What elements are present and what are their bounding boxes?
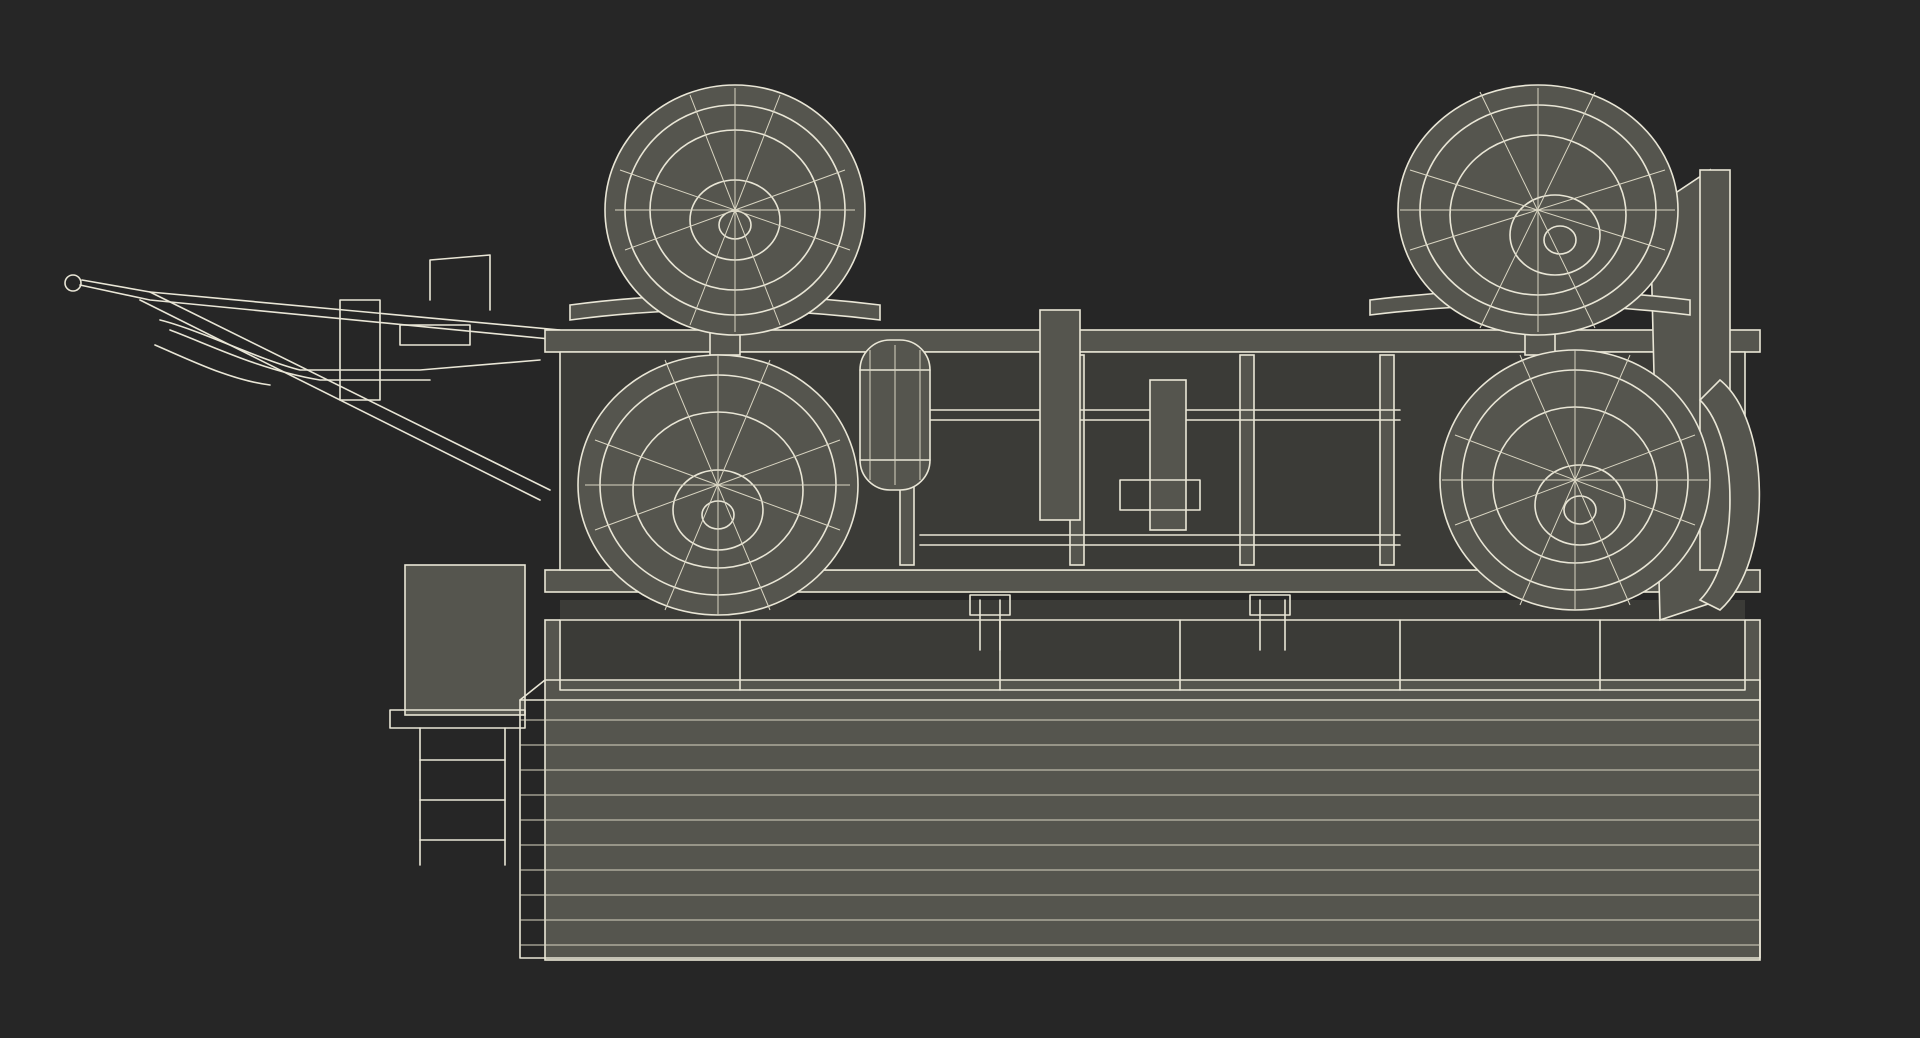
air-tank — [859, 339, 931, 491]
wheel-rear-upper — [1397, 84, 1679, 336]
wheel-front-upper — [604, 84, 866, 336]
cargo-bed — [519, 600, 1761, 961]
wheel-rear-lower — [1439, 349, 1711, 611]
trailer-wireframe-render — [64, 84, 1761, 961]
side-step — [389, 564, 526, 866]
wheel-front-lower — [577, 354, 859, 616]
tow-bar — [64, 254, 561, 501]
